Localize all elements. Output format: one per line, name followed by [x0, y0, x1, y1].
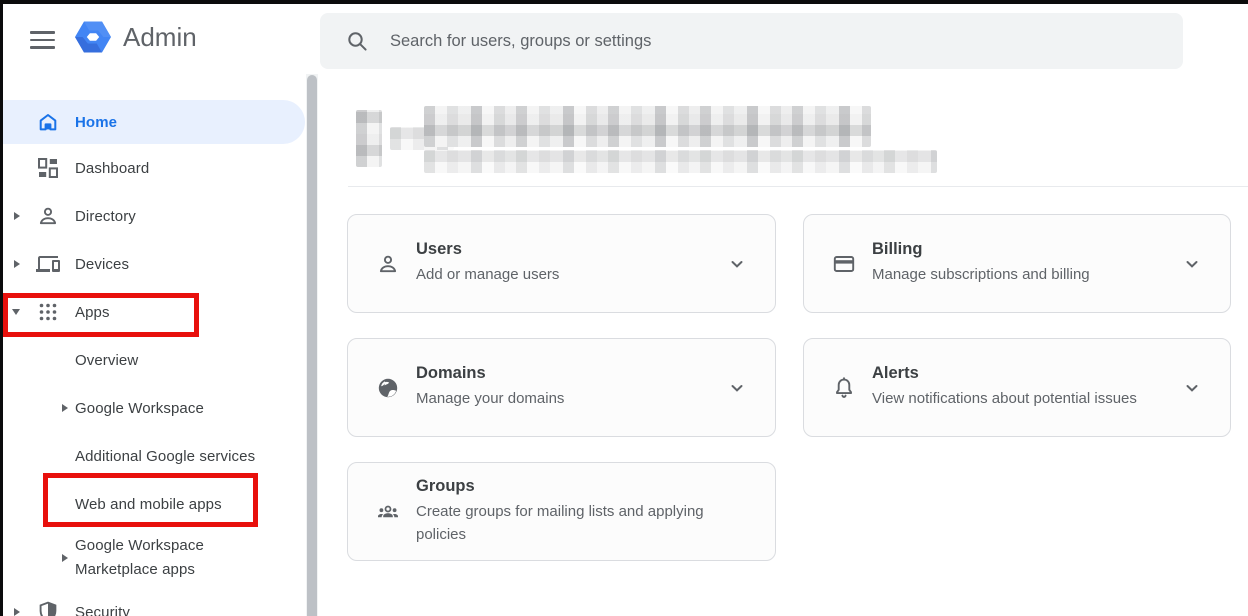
- sidebar-item-home[interactable]: Home: [0, 100, 305, 144]
- sidebar-item-apps[interactable]: Apps: [0, 288, 306, 336]
- search-input[interactable]: [390, 32, 1090, 51]
- card-title: Users: [416, 240, 559, 259]
- sidebar-item-label: Home: [75, 114, 117, 131]
- apps-grid-icon: [36, 300, 60, 324]
- sidebar-item-label: Additional Google services: [75, 448, 255, 465]
- shield-icon: [36, 600, 60, 616]
- home-icon: [36, 110, 60, 134]
- card-subtitle: Create groups for mailing lists and appl…: [416, 500, 718, 547]
- search-icon: [345, 29, 369, 53]
- redacted-account-avatar: [356, 110, 382, 167]
- chevron-down-icon[interactable]: [1180, 376, 1204, 400]
- expand-right-icon[interactable]: [62, 554, 68, 562]
- card-title: Domains: [416, 364, 564, 383]
- person-icon: [376, 252, 400, 276]
- sidebar-item-directory[interactable]: Directory: [0, 192, 306, 240]
- card-subtitle: View notifications about potential issue…: [872, 387, 1137, 410]
- sidebar-scrollbar-thumb[interactable]: [307, 75, 317, 616]
- redacted-headline-line-2: [424, 150, 937, 173]
- card-billing[interactable]: Billing Manage subscriptions and billing: [803, 214, 1231, 313]
- app-title: Admin: [123, 22, 197, 53]
- window-left-edge: [0, 0, 3, 616]
- card-subtitle: Manage subscriptions and billing: [872, 263, 1090, 286]
- expand-right-icon[interactable]: [14, 260, 20, 268]
- sidebar-item-dashboard[interactable]: Dashboard: [0, 144, 306, 192]
- sidebar-nav: Home Dashboard Directory: [0, 74, 318, 616]
- sidebar-item-label: Apps: [75, 304, 110, 321]
- expand-right-icon[interactable]: [14, 608, 20, 616]
- top-app-bar: Admin: [0, 4, 1248, 74]
- app-logo[interactable]: Admin: [74, 18, 197, 56]
- chevron-down-icon[interactable]: [1180, 252, 1204, 276]
- credit-card-icon: [832, 252, 856, 276]
- admin-hexagon-logo-icon: [74, 18, 112, 56]
- redacted-headline-line-1: [424, 106, 871, 147]
- sidebar-item-label: Dashboard: [75, 160, 149, 177]
- header-divider: [348, 186, 1248, 187]
- expand-right-icon[interactable]: [62, 404, 68, 412]
- sidebar-item-google-workspace[interactable]: Google Workspace: [0, 384, 306, 432]
- shortcut-cards-grid: Users Add or manage users Billing Manage…: [347, 214, 1231, 561]
- sidebar-item-label: Google Workspace Marketplace apps: [75, 534, 227, 582]
- expand-right-icon[interactable]: [14, 212, 20, 220]
- sidebar-item-devices[interactable]: Devices: [0, 240, 306, 288]
- dashboard-icon: [36, 156, 60, 180]
- main-content: Users Add or manage users Billing Manage…: [318, 74, 1248, 616]
- sidebar-item-overview[interactable]: Overview: [0, 336, 306, 384]
- card-groups[interactable]: Groups Create groups for mailing lists a…: [347, 462, 776, 561]
- sidebar-item-security[interactable]: Security: [0, 588, 306, 616]
- sidebar-item-label: Overview: [75, 352, 138, 369]
- globe-icon: [376, 376, 400, 400]
- hamburger-menu-icon[interactable]: [30, 26, 58, 54]
- card-title: Groups: [416, 477, 718, 496]
- devices-icon: [36, 252, 60, 276]
- chevron-down-icon[interactable]: [725, 252, 749, 276]
- card-subtitle: Add or manage users: [416, 263, 559, 286]
- window-top-edge: [0, 0, 1248, 4]
- search-bar[interactable]: [320, 13, 1183, 69]
- sidebar-item-google-workspace-marketplace-apps[interactable]: Google Workspace Marketplace apps: [0, 528, 306, 588]
- sidebar-item-label: Directory: [75, 208, 136, 225]
- card-subtitle: Manage your domains: [416, 387, 564, 410]
- sidebar-item-label: Devices: [75, 256, 129, 273]
- card-alerts[interactable]: Alerts View notifications about potentia…: [803, 338, 1231, 437]
- person-icon: [36, 204, 60, 228]
- card-title: Alerts: [872, 364, 1137, 383]
- sidebar-item-additional-google-services[interactable]: Additional Google services: [0, 432, 306, 480]
- sidebar-item-label: Google Workspace: [75, 400, 204, 417]
- sidebar-item-label: Security: [75, 604, 130, 616]
- sidebar-item-web-and-mobile-apps[interactable]: Web and mobile apps: [0, 480, 306, 528]
- card-users[interactable]: Users Add or manage users: [347, 214, 776, 313]
- collapse-down-icon[interactable]: [12, 309, 20, 315]
- chevron-down-icon[interactable]: [725, 376, 749, 400]
- groups-icon: [376, 500, 400, 524]
- bell-icon: [832, 376, 856, 400]
- card-domains[interactable]: Domains Manage your domains: [347, 338, 776, 437]
- sidebar-item-label: Web and mobile apps: [75, 496, 222, 513]
- sidebar-scrollbar-track[interactable]: [306, 74, 318, 616]
- card-title: Billing: [872, 240, 1090, 259]
